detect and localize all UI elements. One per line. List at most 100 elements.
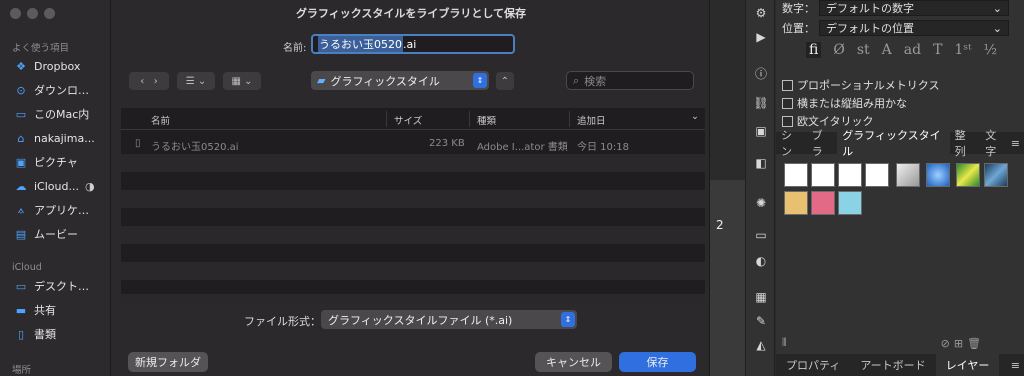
cloud-icon: ☁ [15, 179, 27, 193]
style-swatch[interactable] [956, 163, 980, 187]
titling-alt-icon[interactable]: T [933, 42, 942, 58]
canvas-number: 2 [716, 218, 724, 232]
sun-icon[interactable]: ✺ [753, 196, 769, 210]
style-swatch[interactable] [896, 163, 920, 187]
stylistic-icon[interactable]: A [882, 42, 892, 58]
grid-view-button[interactable]: ▦ ⌄ [223, 72, 261, 90]
minimize-button[interactable] [27, 8, 38, 19]
panel-menu-icon[interactable]: ≡ [1011, 137, 1024, 150]
style-swatch[interactable] [838, 191, 862, 215]
style-swatch[interactable] [865, 163, 889, 187]
checkbox-kana[interactable]: 横または縦組み用かな [782, 95, 907, 111]
color-guide-icon[interactable]: ◧ [753, 156, 769, 170]
back-icon[interactable]: ‹ [140, 76, 144, 87]
section-icloud: iCloud [12, 262, 42, 273]
transparency-icon[interactable]: ◐ [753, 254, 769, 268]
sidebar-item-documents[interactable]: ▯ 書類 [14, 325, 56, 343]
gear-icon[interactable]: ⚙ [753, 6, 769, 20]
list-view-button[interactable]: ☰ ⌄ [177, 72, 215, 90]
style-swatch[interactable] [926, 163, 950, 187]
sidebar-item-home[interactable]: ⌂ nakajima... [14, 129, 95, 147]
gradient-icon[interactable]: ▭ [753, 228, 769, 242]
tab-layers[interactable]: レイヤー [935, 354, 1000, 376]
empty-row [121, 262, 705, 280]
checkbox-icon[interactable] [782, 115, 793, 127]
titling-icon[interactable]: ad [904, 42, 921, 58]
tab-align[interactable]: 整列 [950, 129, 981, 158]
format-value: グラフィックスタイルファイル (*.ai) [328, 313, 513, 327]
info-icon[interactable]: ⓘ [753, 66, 769, 81]
fraction-icon[interactable]: ½ [984, 42, 998, 58]
tab-character[interactable]: 文字 [980, 129, 1011, 158]
expand-button[interactable]: ⌃ [496, 72, 514, 90]
style-swatch[interactable] [784, 163, 808, 187]
style-swatch[interactable] [838, 163, 862, 187]
sidebar-item-this-mac[interactable]: ▭ このMac内 [14, 105, 89, 123]
tab-properties[interactable]: プロパティ [776, 354, 850, 376]
opentype-buttons: ﬁ Ø st A ad T 1ˢᵗ ½ [806, 42, 997, 58]
sidebar-item-applications[interactable]: ⟑ アプリケ… [14, 201, 89, 219]
format-popup[interactable]: グラフィックスタイルファイル (*.ai) ⇕ [321, 310, 577, 329]
forward-icon[interactable]: › [154, 76, 158, 87]
column-size[interactable]: サイズ [394, 113, 422, 127]
tab-brushes[interactable]: ブラ [807, 129, 838, 158]
new-folder-button[interactable]: 新規フォルダ [128, 352, 208, 372]
search-field[interactable]: ⌕ 検索 [566, 71, 694, 90]
ordinal-icon[interactable]: 1ˢᵗ [954, 42, 971, 58]
window-controls [10, 8, 55, 19]
save-button[interactable]: 保存 [619, 352, 696, 372]
number-dropdown[interactable]: デフォルトの数字 ⌄ [819, 0, 1009, 16]
swatches-icon[interactable]: ▦ [753, 290, 769, 304]
sidebar-item-icloud-drive[interactable]: ☁ iCloud... ◑ [14, 177, 95, 195]
style-swatch[interactable] [811, 163, 835, 187]
style-swatch[interactable] [984, 163, 1008, 187]
sidebar-item-shared[interactable]: ▬ 共有 [14, 301, 56, 319]
ligature-icon[interactable]: ﬁ [806, 42, 822, 58]
panel-menu-icon[interactable]: ≡ [1011, 359, 1024, 372]
file-kind: Adobe I...ator 書類 [477, 142, 568, 153]
cancel-button[interactable]: キャンセル [535, 352, 612, 372]
position-dropdown[interactable]: デフォルトの位置 ⌄ [819, 20, 1009, 36]
close-button[interactable] [10, 8, 21, 19]
table-row[interactable]: ▯ うるおい玉0520.ai 223 KB Adobe I...ator 書類 … [121, 136, 705, 153]
sidebar-item-label: 書類 [34, 328, 56, 341]
sidebar-item-label: nakajima... [34, 131, 95, 145]
break-link-icon[interactable]: ⊘ [941, 337, 950, 350]
contextual-icon[interactable]: Ø [833, 42, 844, 58]
symbol-icon[interactable]: ◭ [753, 338, 769, 352]
new-style-icon[interactable]: ⊞ [954, 337, 963, 350]
sidebar-item-desktop[interactable]: ▭ デスクト… [14, 277, 89, 295]
back-forward-buttons[interactable]: ‹ › [129, 72, 169, 90]
trash-icon[interactable]: 🗑 [967, 337, 981, 350]
column-name[interactable]: 名前 [151, 113, 170, 127]
filename-input[interactable]: うるおい玉0520 .ai [311, 34, 515, 54]
link-icon[interactable]: ⛓ [753, 96, 769, 110]
zoom-button[interactable] [44, 8, 55, 19]
checkbox-icon[interactable] [782, 97, 793, 109]
tab-swatches[interactable]: シン [776, 129, 807, 158]
library-icon[interactable]: ⫴ [782, 336, 787, 350]
column-date[interactable]: 追加日 [577, 113, 606, 127]
style-swatch[interactable] [811, 191, 835, 215]
swash-icon[interactable]: st [857, 42, 870, 58]
location-popup[interactable]: ▰ グラフィックスタイル ⇕ [311, 71, 489, 90]
bottom-tabs: プロパティ アートボード レイヤー ≡ [776, 354, 1024, 376]
sidebar-item-pictures[interactable]: ▣ ピクチャ [14, 153, 78, 171]
checkbox-proportional[interactable]: プロポーショナルメトリクス [782, 77, 939, 93]
brushes-icon[interactable]: ✎ [753, 314, 769, 328]
column-kind[interactable]: 種類 [477, 113, 496, 127]
tab-artboards[interactable]: アートボード [850, 354, 935, 376]
sidebar-item-dropbox[interactable]: ❖ Dropbox [14, 57, 80, 75]
sidebar-item-label: 共有 [34, 304, 56, 317]
play-icon[interactable]: ▶ [753, 30, 769, 44]
updown-arrows-icon: ⇕ [473, 73, 487, 88]
section-favorites: よく使う項目 [12, 43, 70, 54]
sidebar-item-downloads[interactable]: ⊙ ダウンロ… [14, 81, 89, 99]
tab-graphic-styles[interactable]: グラフィックスタイル [837, 129, 950, 158]
styles-footer: ⫴ ⊘ ⊞ 🗑 [782, 336, 981, 350]
style-swatch[interactable] [784, 191, 808, 215]
frame-icon[interactable]: ▣ [753, 124, 769, 138]
sidebar-item-movies[interactable]: ▤ ムービー [14, 225, 78, 243]
search-icon: ⌕ [573, 73, 580, 87]
checkbox-icon[interactable] [782, 79, 793, 91]
